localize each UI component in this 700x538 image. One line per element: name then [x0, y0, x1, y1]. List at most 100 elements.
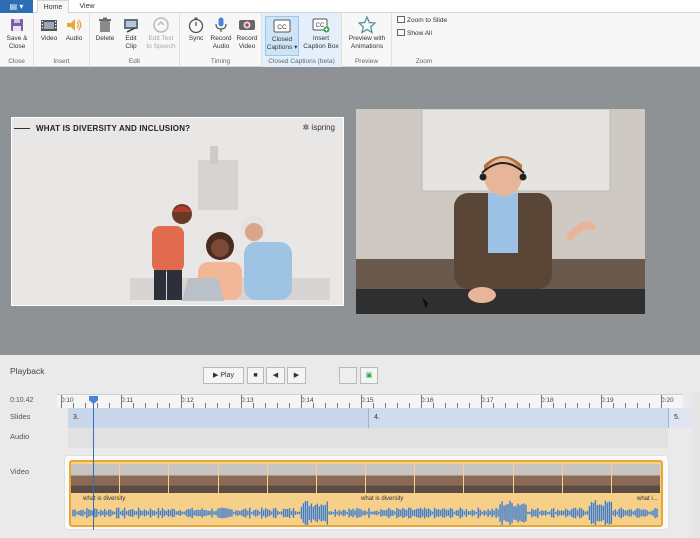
svg-text:CC: CC: [277, 24, 287, 31]
record-audio-label: Record Audio: [210, 35, 232, 50]
group-label-timing: Timing: [210, 58, 231, 65]
ruler-major-tick: [241, 395, 242, 408]
slide-segment[interactable]: 5.: [668, 408, 692, 428]
text-to-speech-icon: [153, 17, 169, 33]
group-insert: Video Audio Insert: [34, 13, 90, 67]
save-close-label: Save & Close: [6, 35, 28, 50]
timeline-ruler[interactable]: 0:10 0:11 0:12 0:13 0:14 0:15 0:16 0:17 0:18 0:19…: [57, 394, 683, 408]
group-label-zoom: Zoom: [415, 58, 433, 65]
group-preview: Preview with Animations Preview: [342, 13, 392, 67]
video-thumbnail: [366, 464, 416, 493]
star-icon: [358, 16, 376, 34]
video-preview[interactable]: [356, 109, 645, 314]
slides-row-label: Slides: [10, 412, 31, 421]
show-all-button[interactable]: Show All: [397, 29, 432, 38]
split-clip-button[interactable]: [339, 367, 357, 384]
previous-button[interactable]: ◀: [266, 367, 285, 384]
video-thumbnail: [415, 464, 465, 493]
show-all-icon: [397, 29, 405, 36]
svg-text:CC: CC: [316, 23, 325, 29]
slide-segment[interactable]: 4.: [368, 408, 668, 428]
ribbon-tab-bar: ▤ ▾ Home View: [0, 0, 700, 14]
ruler-major-tick: [361, 395, 362, 408]
video-label: Video: [40, 35, 58, 42]
ruler-tick-label: 0:10: [61, 397, 74, 404]
video-row-label: Video: [10, 467, 30, 476]
ruler-tick-label: 0:11: [121, 397, 134, 404]
closed-captions-label: Closed Captions ▾: [266, 36, 298, 51]
playback-title: Playback: [10, 366, 45, 376]
ruler-tick-label: 0:15: [361, 397, 374, 404]
video-button[interactable]: Video: [37, 16, 61, 43]
ruler-tick-label: 0:12: [181, 397, 194, 404]
show-all-label: Show All: [407, 30, 432, 37]
group-label-close: Close: [8, 58, 25, 65]
ruler-major-tick: [661, 395, 662, 408]
video-thumbnail: [611, 464, 661, 493]
video-thumbnail: [169, 464, 219, 493]
next-button[interactable]: ▶: [287, 367, 306, 384]
edit-text-to-speech-label: Edit Text to Speech: [146, 35, 176, 50]
record-audio-button[interactable]: Record Audio: [209, 16, 233, 51]
edit-clip-button[interactable]: Edit Clip: [119, 16, 143, 51]
slide-segment[interactable]: 3.: [68, 408, 368, 428]
insert-caption-box-label: Insert Caption Box: [303, 35, 339, 50]
slides-track: 3. 4.: [68, 408, 668, 428]
video-thumbnail: [218, 464, 268, 493]
insert-caption-box-button[interactable]: CC Insert Caption Box: [302, 16, 340, 51]
sync-button[interactable]: Sync: [184, 16, 208, 43]
audio-waveform: [72, 500, 658, 525]
save-close-icon: [11, 19, 23, 31]
audio-row-label: Audio: [10, 432, 30, 441]
ruler-major-tick: [61, 395, 62, 408]
play-button[interactable]: ▶ Play: [203, 367, 244, 384]
ruler-major-tick: [601, 395, 602, 408]
group-label-insert: Insert: [53, 58, 70, 65]
save-close-button[interactable]: Save & Close: [3, 16, 31, 51]
tab-home[interactable]: Home: [37, 0, 69, 14]
app-menu-button[interactable]: ▤ ▾: [0, 0, 33, 13]
insert-caption-icon: CC: [312, 18, 330, 33]
video-thumbnail: [71, 464, 121, 493]
video-clip[interactable]: what is diversity what is diversity what…: [69, 460, 663, 527]
trash-icon: [99, 17, 111, 32]
video-thumbnail: [562, 464, 612, 493]
edit-text-to-speech-button[interactable]: Edit Text to Speech: [144, 16, 178, 51]
group-close: Save & Close Close: [0, 13, 34, 67]
group-label-preview: Preview: [354, 58, 379, 65]
video-thumbnail: [513, 464, 563, 493]
timeline-scrollbar[interactable]: [692, 392, 700, 538]
delete-label: Delete: [95, 35, 115, 42]
audio-track: [68, 428, 668, 448]
zoom-to-slide-icon: [397, 16, 405, 23]
group-zoom: Zoom to Slide Show All Zoom: [392, 13, 456, 67]
tab-view[interactable]: View: [72, 0, 102, 13]
microphone-icon: [215, 17, 227, 32]
slide-preview: WHAT IS DIVERSITY AND INCLUSION? ✲ ispri…: [11, 117, 344, 306]
video-thumbnail: [464, 464, 514, 493]
group-label-edit: Edit: [128, 58, 141, 65]
playhead-line[interactable]: [93, 396, 94, 530]
record-video-button[interactable]: Record Video: [234, 16, 260, 51]
audio-button[interactable]: Audio: [62, 16, 86, 43]
ruler-tick-label: 0:14: [301, 397, 314, 404]
closed-captions-button[interactable]: CC Closed Captions ▾: [265, 16, 299, 56]
ruler-tick-label: 0:16: [421, 397, 434, 404]
preview-with-animations-button[interactable]: Preview with Animations: [345, 16, 389, 51]
video-thumbnail: [316, 464, 367, 493]
sync-label: Sync: [188, 35, 204, 42]
preview-with-animations-label: Preview with Animations: [348, 35, 386, 50]
ruler-major-tick: [421, 395, 422, 408]
stop-button[interactable]: ■: [247, 367, 264, 384]
ruler-tick-label: 0:17: [481, 397, 494, 404]
add-marker-button[interactable]: ▣: [360, 367, 378, 384]
delete-button[interactable]: Delete: [93, 16, 117, 43]
video-thumbnail: [120, 464, 170, 493]
slide-illustration: [130, 146, 330, 301]
edit-clip-icon: [124, 19, 138, 33]
webcam-icon: [239, 20, 255, 30]
video-thumbnails: [71, 464, 661, 493]
presenter-video-frame: [356, 109, 645, 314]
zoom-to-slide-button[interactable]: Zoom to Slide: [397, 16, 447, 25]
ruler-major-tick: [301, 395, 302, 408]
